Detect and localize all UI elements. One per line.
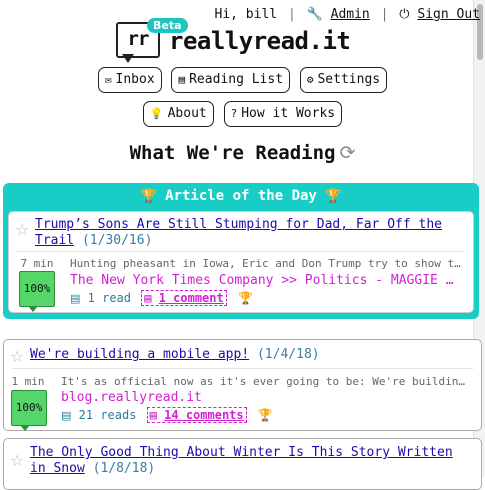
star-icon[interactable]: ☆ [10,451,24,470]
article-date: (1/30/16) [81,233,153,248]
comment-icon: ▤ [149,408,157,422]
how-it-works-label: How it Works [241,106,336,121]
star-icon[interactable]: ☆ [15,220,29,239]
article-title: We're building a mobile app! (1/4/18) [30,347,471,363]
article-source[interactable]: blog.reallyread.it [61,390,469,405]
article-meta: ▤ 21 reads ▤ 14 comments 🏆 [61,407,273,423]
divider [12,368,473,369]
progress-badge: 100% [19,271,55,312]
article-date: (1/8/18) [92,461,156,476]
trophy-icon: 🏆 [140,189,157,204]
how-it-works-button[interactable]: ? How it Works [223,101,343,127]
trophy-icon: 🏆 [237,291,253,305]
envelope-icon: ✉ [104,73,112,86]
nav-row-1: ✉ Inbox ▤ Reading List ⚙ Settings [0,67,485,93]
article-title: Trump’s Sons Are Still Stumping for Dad,… [35,217,463,249]
article-meta: ▤ 1 read ▤ 1 comment 🏆 [70,290,253,306]
read-count: 21 reads [78,408,137,422]
about-label: About [167,106,207,121]
progress-badge: 100% [11,390,47,431]
book-icon: ▤ [61,409,72,422]
book-icon: ▤ [70,292,81,305]
about-button[interactable]: 💡 About [142,101,214,127]
power-icon: ⏻ [399,7,410,22]
article-source[interactable]: The New York Times Company >> Politics -… [70,273,461,288]
star-icon[interactable]: ☆ [10,347,24,366]
lightbulb-icon: 💡 [149,107,164,120]
trophy-icon: 🏆 [325,189,342,204]
comment-icon: ▤ [144,291,152,305]
article-card: ☆ Trump’s Sons Are Still Stumping for Da… [8,211,474,313]
reading-list-button[interactable]: ▤ Reading List [171,67,291,93]
read-time: 1 min [11,375,45,388]
read-count: 1 read [87,291,131,305]
logo-text: reallyread.it [169,27,351,55]
read-time: 7 min [20,257,54,270]
article-title-link[interactable]: We're building a mobile app! [30,347,249,362]
aotd-title: Article of the Day [165,188,317,204]
refresh-icon[interactable]: ⟳ [339,142,355,164]
book-icon: ▤ [178,73,186,86]
article-date: (1/4/18) [256,347,320,362]
page-title-text: What We're Reading [129,142,336,164]
logo-bubble-tail [122,54,134,63]
comments-label: 1 comment [158,291,224,305]
settings-button[interactable]: ⚙ Settings [299,67,388,93]
gear-icon: ⚙ [306,73,314,86]
page-title: What We're Reading ⟳ [0,142,485,164]
reading-list-label: Reading List [189,72,284,87]
comments-link[interactable]: ▤ 1 comment [141,290,227,306]
nav-row-2: 💡 About ? How it Works [0,101,485,127]
trophy-icon: 🏆 [257,408,273,422]
article-of-the-day: 🏆 Article of the Day 🏆 ☆ Trump’s Sons Ar… [3,183,479,319]
inbox-label: Inbox [115,72,155,87]
article-title: The Only Good Thing About Winter Is This… [30,445,471,477]
aotd-header: 🏆 Article of the Day 🏆 [3,188,479,204]
article-snippet: It's as official now as it's ever going … [61,375,469,388]
comments-link[interactable]: ▤ 14 comments [146,407,247,423]
divider [17,251,465,252]
article-card: ☆ We're building a mobile app! (1/4/18) … [3,339,482,431]
article-snippet: Hunting pheasant in Iowa, Eric and Don T… [70,257,461,270]
divider: | [380,7,389,22]
question-icon: ? [230,107,238,120]
article-card: ☆ The Only Good Thing About Winter Is Th… [3,438,482,490]
inbox-button[interactable]: ✉ Inbox [97,67,162,93]
comments-label: 14 comments [164,408,244,422]
settings-label: Settings [317,72,381,87]
sign-out-link[interactable]: Sign Out [417,7,480,22]
logo[interactable]: rr Beta reallyread.it [116,18,376,66]
